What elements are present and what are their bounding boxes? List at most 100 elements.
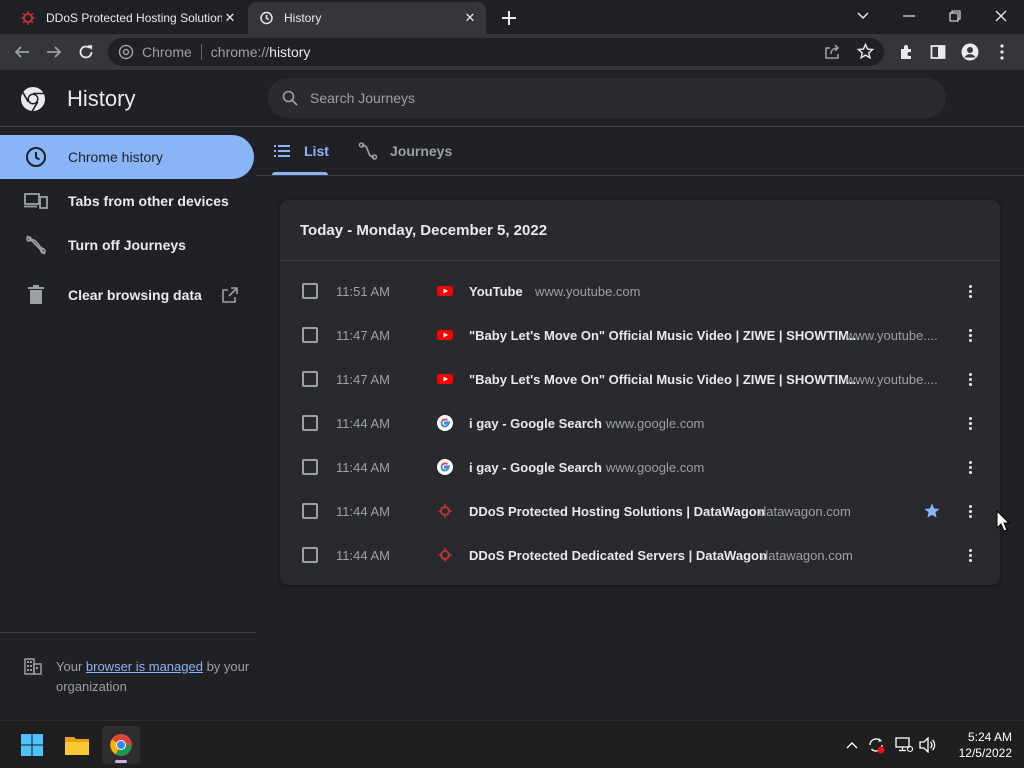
- omnibox-url: chrome://history: [210, 44, 311, 60]
- sidebar-item-chrome-history[interactable]: Chrome history: [0, 135, 254, 179]
- sidebar-item-turn-off-journeys[interactable]: Turn off Journeys: [0, 223, 254, 267]
- tab-title: DDoS Protected Hosting Solution: [46, 11, 222, 25]
- row-checkbox[interactable]: [302, 415, 318, 431]
- history-row[interactable]: 11:47 AM "Baby Let's Move On" Official M…: [280, 357, 1000, 401]
- row-domain: datawagon.com: [761, 547, 853, 563]
- taskbar: 5:24 AM 12/5/2022: [0, 720, 1024, 768]
- row-domain: www.google.com: [606, 415, 705, 431]
- side-panel-icon[interactable]: [928, 42, 948, 62]
- row-time: 11:44 AM: [336, 415, 390, 431]
- tab-search-chevron-icon[interactable]: [849, 4, 877, 28]
- sidebar: Chrome history Tabs from other devices T…: [0, 127, 256, 716]
- close-tab-icon[interactable]: ✕: [462, 10, 478, 26]
- row-domain: www.google.com: [606, 459, 705, 475]
- tab-datawagon[interactable]: DDoS Protected Hosting Solution ✕: [10, 2, 246, 34]
- youtube-favicon: [437, 371, 453, 387]
- new-tab-button[interactable]: [498, 7, 520, 29]
- tray-overflow-chevron-icon[interactable]: [842, 735, 862, 755]
- row-time: 11:47 AM: [336, 371, 390, 387]
- network-icon[interactable]: [894, 735, 914, 755]
- tab-title: History: [284, 11, 322, 25]
- row-checkbox[interactable]: [302, 503, 318, 519]
- row-title-link[interactable]: DDoS Protected Hosting Solutions | DataW…: [469, 504, 765, 519]
- search-input[interactable]: Search Journeys: [268, 78, 946, 118]
- forward-icon[interactable]: [44, 42, 64, 62]
- history-row[interactable]: 11:44 AM i gay - Google Search www.googl…: [280, 445, 1000, 489]
- row-checkbox[interactable]: [302, 547, 318, 563]
- active-app-indicator: [115, 760, 127, 763]
- row-more-actions-icon[interactable]: [960, 369, 980, 389]
- tab-list[interactable]: List: [272, 127, 329, 175]
- google-favicon: [437, 459, 453, 475]
- sidebar-item-label: Chrome history: [68, 149, 163, 165]
- building-icon: [24, 657, 44, 677]
- back-icon[interactable]: [12, 42, 32, 62]
- row-more-actions-icon[interactable]: [960, 545, 980, 565]
- history-row[interactable]: 11:44 AM i gay - Google Search www.googl…: [280, 401, 1000, 445]
- row-time: 11:44 AM: [336, 459, 390, 475]
- sidebar-item-label: Clear browsing data: [68, 287, 202, 303]
- row-more-actions-icon[interactable]: [960, 501, 980, 521]
- youtube-favicon: [437, 327, 453, 343]
- datawagon-favicon: [437, 503, 453, 519]
- reload-icon[interactable]: [76, 42, 96, 62]
- file-explorer-icon[interactable]: [58, 726, 96, 764]
- bookmark-star-icon[interactable]: [857, 43, 874, 60]
- address-bar[interactable]: Chrome chrome://history: [108, 38, 884, 66]
- history-row[interactable]: 11:47 AM "Baby Let's Move On" Official M…: [280, 313, 1000, 357]
- row-checkbox[interactable]: [302, 327, 318, 343]
- restore-icon[interactable]: [941, 4, 969, 28]
- chrome-taskbar-icon[interactable]: [102, 726, 140, 764]
- taskbar-clock[interactable]: 5:24 AM 12/5/2022: [942, 729, 1012, 761]
- history-row[interactable]: 11:44 AM DDoS Protected Hosting Solution…: [280, 489, 1000, 533]
- view-tabs: List Journeys: [256, 127, 1024, 176]
- history-icon: [258, 10, 274, 26]
- row-title-link[interactable]: i gay - Google Search: [469, 416, 602, 431]
- volume-icon[interactable]: [918, 735, 938, 755]
- row-domain: www.youtube....: [846, 327, 938, 343]
- history-row[interactable]: 11:51 AM YouTube www.youtube.com: [280, 269, 1000, 313]
- history-row[interactable]: 11:44 AM DDoS Protected Dedicated Server…: [280, 533, 1000, 577]
- browser-toolbar: Chrome chrome://history: [0, 34, 1024, 70]
- active-tab-indicator: [272, 172, 328, 175]
- row-checkbox[interactable]: [302, 283, 318, 299]
- chrome-logo-icon: [20, 86, 46, 112]
- browser-managed-link[interactable]: browser is managed: [86, 659, 203, 674]
- start-button[interactable]: [13, 726, 51, 764]
- tab-journeys-label: Journeys: [390, 143, 453, 159]
- row-title-link[interactable]: "Baby Let's Move On" Official Music Vide…: [469, 328, 860, 343]
- close-tab-icon[interactable]: ✕: [222, 10, 238, 26]
- share-icon[interactable]: [824, 44, 840, 60]
- row-more-actions-icon[interactable]: [960, 457, 980, 477]
- sync-icon[interactable]: [866, 735, 886, 755]
- minimize-icon[interactable]: [895, 4, 923, 28]
- datawagon-favicon: [437, 547, 453, 563]
- clock-icon: [24, 145, 48, 169]
- sidebar-item-tabs-other-devices[interactable]: Tabs from other devices: [0, 179, 254, 223]
- profile-avatar-icon[interactable]: [960, 42, 980, 62]
- external-link-icon: [222, 287, 238, 303]
- sidebar-item-clear-browsing-data[interactable]: Clear browsing data: [0, 273, 254, 317]
- row-title-link[interactable]: DDoS Protected Dedicated Servers | DataW…: [469, 548, 767, 563]
- date-header: Today - Monday, December 5, 2022: [280, 200, 1000, 261]
- row-title-link[interactable]: YouTube: [469, 284, 523, 299]
- extensions-icon[interactable]: [896, 42, 916, 62]
- row-more-actions-icon[interactable]: [960, 325, 980, 345]
- search-icon: [282, 90, 298, 106]
- close-window-icon[interactable]: [987, 4, 1015, 28]
- row-time: 11:44 AM: [336, 547, 390, 563]
- row-more-actions-icon[interactable]: [960, 281, 980, 301]
- bookmarked-star-icon[interactable]: [923, 502, 941, 520]
- chrome-site-icon: [118, 44, 134, 60]
- row-title-link[interactable]: i gay - Google Search: [469, 460, 602, 475]
- row-checkbox[interactable]: [302, 371, 318, 387]
- row-title-link[interactable]: "Baby Let's Move On" Official Music Vide…: [469, 372, 860, 387]
- row-time: 11:51 AM: [336, 283, 390, 299]
- menu-kebab-icon[interactable]: [992, 42, 1012, 62]
- row-more-actions-icon[interactable]: [960, 413, 980, 433]
- tab-journeys[interactable]: Journeys: [358, 127, 452, 175]
- row-time: 11:44 AM: [336, 503, 390, 519]
- tab-history[interactable]: History ✕: [248, 2, 486, 34]
- row-checkbox[interactable]: [302, 459, 318, 475]
- row-domain: www.youtube.com: [535, 283, 641, 299]
